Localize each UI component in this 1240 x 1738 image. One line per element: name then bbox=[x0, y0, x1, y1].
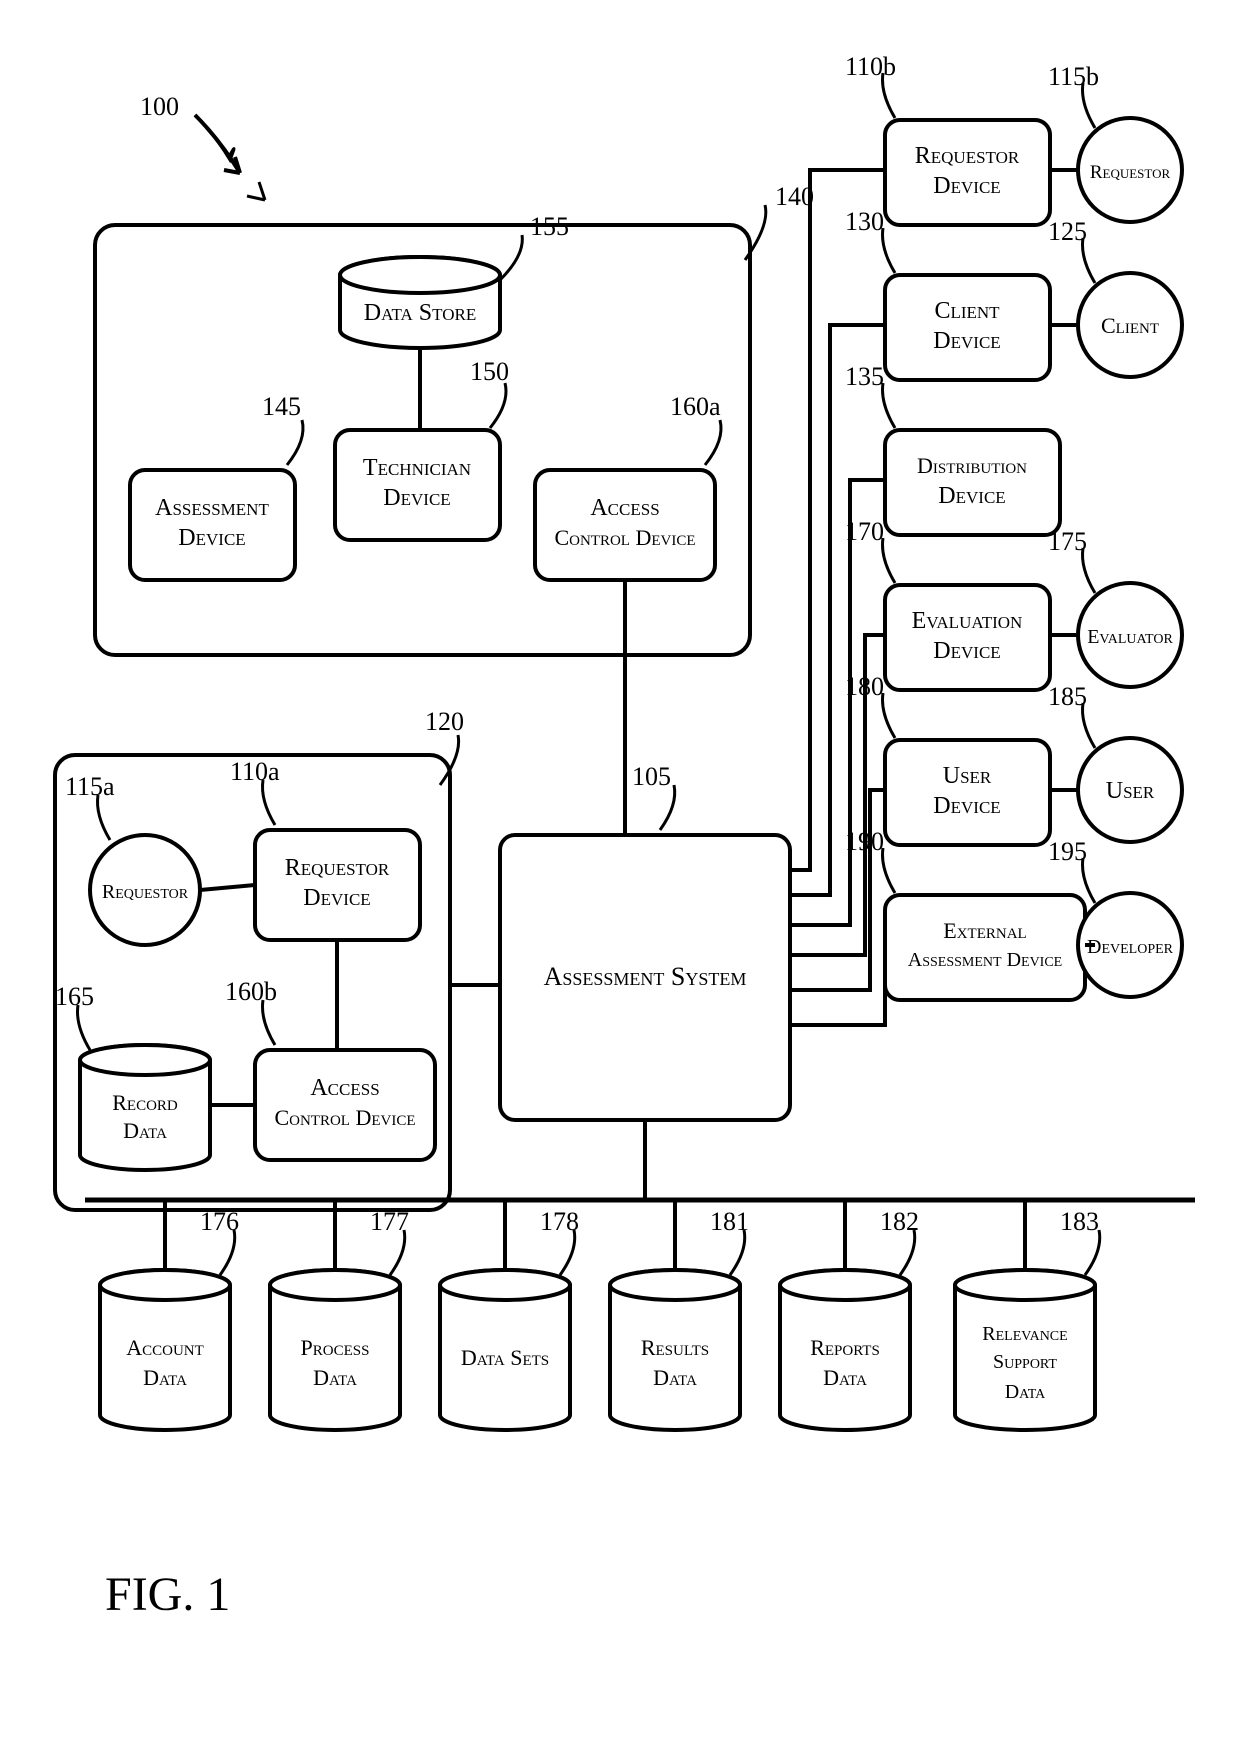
ref-115b: 115b bbox=[1048, 62, 1099, 91]
svg-text:181: 181 bbox=[710, 1207, 749, 1236]
external-device-l1: External bbox=[943, 918, 1026, 943]
ref-leader-160b bbox=[263, 1000, 276, 1045]
ref-leader-105 bbox=[660, 785, 675, 830]
access-control-b-l2: Control Device bbox=[274, 1105, 415, 1130]
svg-text:Process: Process bbox=[301, 1335, 370, 1360]
results-data-cylinder: Results Data 181 bbox=[610, 1200, 749, 1430]
ref-110a: 110a bbox=[230, 757, 280, 786]
ref-leader-160a bbox=[705, 420, 721, 465]
data-store-label: Data Store bbox=[364, 300, 476, 326]
developer-label: Developer bbox=[1087, 936, 1174, 958]
ref-160b: 160b bbox=[225, 977, 277, 1006]
diagram-canvas: 140 Data Store 155 Assessment Device 145… bbox=[0, 0, 1240, 1738]
evaluator-label: Evaluator bbox=[1087, 626, 1173, 648]
requestor-device-a-l2: Device bbox=[303, 885, 370, 911]
external-device-box bbox=[885, 895, 1085, 1000]
ref-110b: 110b bbox=[845, 52, 896, 81]
svg-text:176: 176 bbox=[200, 1207, 239, 1236]
requestor-device-b-l1: Requestor bbox=[915, 143, 1020, 169]
svg-text:182: 182 bbox=[880, 1207, 919, 1236]
user-label: User bbox=[1106, 778, 1155, 804]
ref-175: 175 bbox=[1048, 527, 1087, 556]
distribution-device-l1: Distribution bbox=[917, 453, 1027, 478]
access-control-a-l1: Access bbox=[590, 495, 659, 521]
datasets-cylinder: Data Sets 178 bbox=[440, 1200, 579, 1430]
ref-leader-145 bbox=[287, 420, 303, 465]
assessment-device-l1: Assessment bbox=[155, 495, 269, 521]
requestor-b-label: Requestor bbox=[1090, 162, 1171, 183]
requestor-device-a-l1: Requestor bbox=[285, 855, 390, 881]
ref-160a: 160a bbox=[670, 392, 721, 421]
record-data-cylinder: Record Data bbox=[80, 1045, 210, 1170]
ref-170: 170 bbox=[845, 517, 884, 546]
svg-text:Data: Data bbox=[1005, 1381, 1046, 1403]
requestor-a-label: Requestor bbox=[102, 881, 189, 903]
svg-text:177: 177 bbox=[370, 1207, 409, 1236]
svg-text:Relevance: Relevance bbox=[982, 1323, 1067, 1345]
reports-data-cylinder: Reports Data 182 bbox=[780, 1200, 919, 1430]
process-data-cylinder: Process Data 177 bbox=[270, 1200, 409, 1430]
evaluation-device-l1: Evaluation bbox=[912, 608, 1023, 634]
assessment-system-label: Assessment System bbox=[544, 962, 747, 991]
account-data-cylinder: Account Data 176 bbox=[100, 1200, 239, 1430]
access-control-a-l2: Control Device bbox=[554, 525, 695, 550]
ref-195: 195 bbox=[1048, 837, 1087, 866]
distribution-device-l2: Device bbox=[938, 483, 1005, 509]
record-data-l2: Data bbox=[123, 1118, 167, 1143]
ref-185: 185 bbox=[1048, 682, 1087, 711]
ref-180: 180 bbox=[845, 672, 884, 701]
ref-190: 190 bbox=[845, 827, 884, 856]
external-device-l2: Assessment Device bbox=[908, 949, 1062, 971]
requestor-device-b-l2: Device bbox=[933, 173, 1000, 199]
ref-105: 105 bbox=[632, 762, 671, 791]
user-device-l2: Device bbox=[933, 793, 1000, 819]
user-device-l1: User bbox=[943, 763, 992, 789]
data-store-cylinder: Data Store bbox=[340, 257, 500, 348]
record-data-l1: Record bbox=[112, 1090, 178, 1115]
client-circle-label: Client bbox=[1101, 313, 1159, 338]
ref-leader-150 bbox=[490, 383, 506, 428]
ref-155: 155 bbox=[530, 212, 569, 241]
ref-leader-155 bbox=[500, 235, 522, 280]
ref-leader-115a bbox=[98, 795, 111, 840]
ref-115a: 115a bbox=[65, 772, 115, 801]
access-control-b-l1: Access bbox=[310, 1075, 379, 1101]
svg-text:178: 178 bbox=[540, 1207, 579, 1236]
technician-device-l1: Technician bbox=[363, 455, 471, 481]
conn-reqa-reqdeva bbox=[200, 885, 255, 890]
svg-text:183: 183 bbox=[1060, 1207, 1099, 1236]
ref-135: 135 bbox=[845, 362, 884, 391]
ref-125: 125 bbox=[1048, 217, 1087, 246]
svg-text:Results: Results bbox=[641, 1335, 709, 1360]
svg-text:Reports: Reports bbox=[810, 1335, 880, 1360]
ref-leader-110a bbox=[263, 780, 276, 825]
ref-145: 145 bbox=[262, 392, 301, 421]
ref-130: 130 bbox=[845, 207, 884, 236]
relevance-data-cylinder: Relevance Support Data 183 bbox=[955, 1200, 1100, 1430]
svg-text:Data: Data bbox=[823, 1365, 867, 1390]
technician-device-l2: Device bbox=[383, 485, 450, 511]
ref-120: 120 bbox=[425, 707, 464, 736]
svg-text:Data Sets: Data Sets bbox=[461, 1345, 549, 1370]
svg-text:Account: Account bbox=[126, 1335, 204, 1360]
ref-leader-165 bbox=[78, 1005, 91, 1050]
svg-text:Data: Data bbox=[653, 1365, 697, 1390]
svg-text:Data: Data bbox=[313, 1365, 357, 1390]
evaluation-device-l2: Device bbox=[933, 638, 1000, 664]
svg-text:Support: Support bbox=[993, 1351, 1057, 1373]
client-device-l1: Client bbox=[934, 298, 1000, 324]
ref-165: 165 bbox=[55, 982, 94, 1011]
ref-100: 100 bbox=[140, 92, 179, 121]
conn-user-assess bbox=[790, 790, 885, 990]
client-device-l2: Device bbox=[933, 328, 1000, 354]
assessment-device-l2: Device bbox=[178, 525, 245, 551]
ref-150: 150 bbox=[470, 357, 509, 386]
svg-text:Data: Data bbox=[143, 1365, 187, 1390]
figure-label: FIG. 1 bbox=[105, 1568, 230, 1621]
